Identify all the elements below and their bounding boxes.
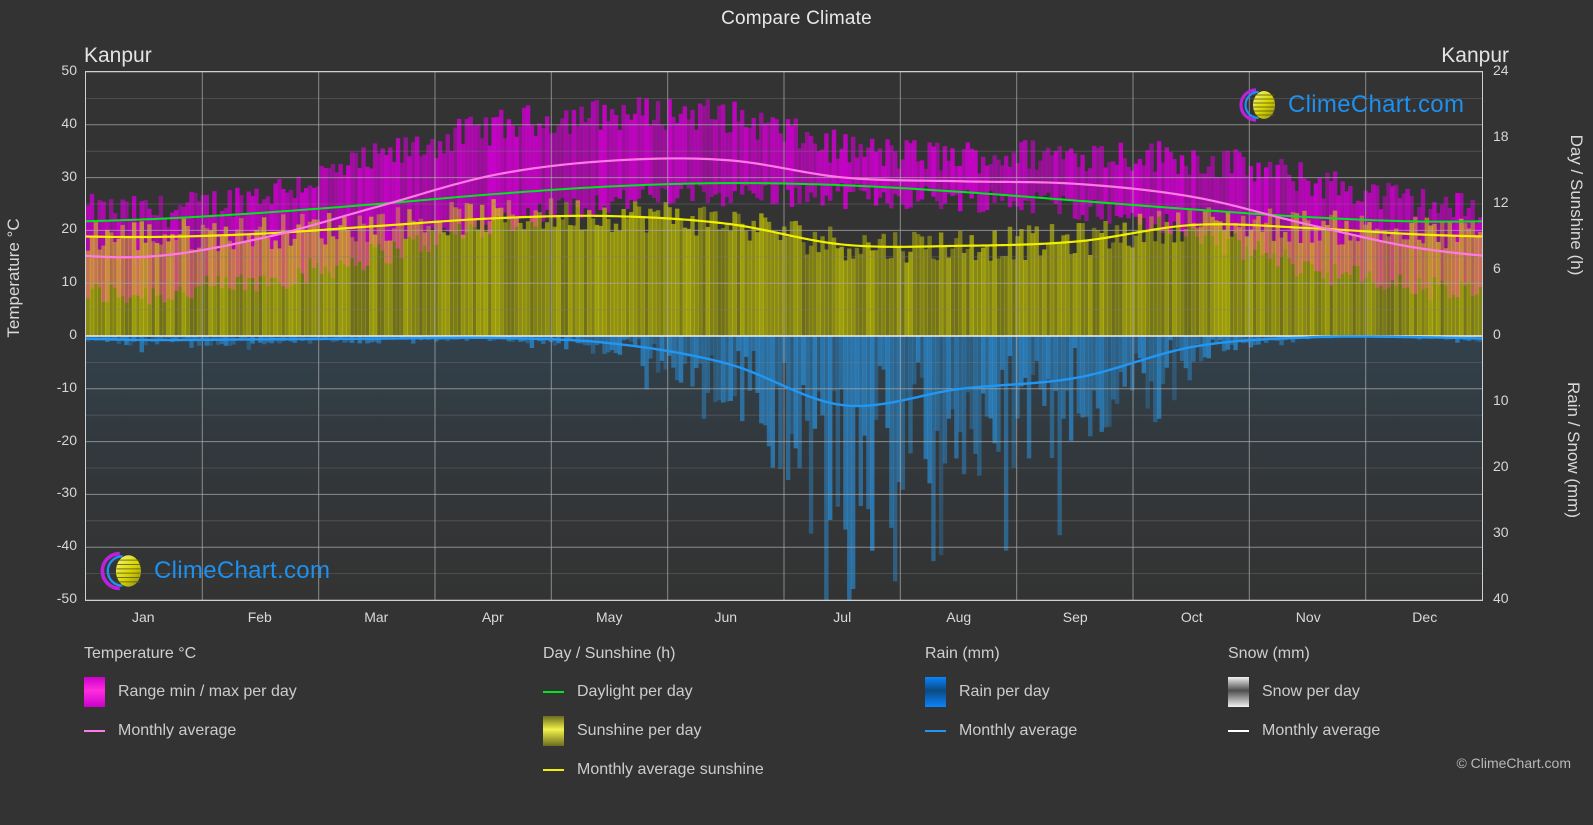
legend-group-snow-mm: Snow (mm) Snow per day Monthly average xyxy=(1228,645,1380,755)
y-tick-right-top: 0 xyxy=(1493,326,1501,342)
legend-item-label: Daylight per day xyxy=(577,683,693,700)
legend-item-label: Monthly average xyxy=(1262,722,1381,739)
x-tick-apr: Apr xyxy=(481,609,504,625)
x-tick-oct: Oct xyxy=(1180,609,1203,625)
legend-item[interactable]: Sunshine per day xyxy=(543,716,764,746)
chart-legend: Temperature °C Range min / max per day Mon… xyxy=(0,645,1593,825)
y-axis-title-right-top: Day / Sunshine (h) xyxy=(1567,134,1586,276)
climate-plot-svg xyxy=(86,72,1482,600)
legend-swatch-gradient xyxy=(84,677,105,707)
legend-item[interactable]: Monthly average xyxy=(925,716,1077,746)
city-label-left: Kanpur xyxy=(84,44,152,67)
y-axis-title-left: Temperature °C xyxy=(4,218,23,338)
watermark-top: ClimeChart.com xyxy=(1236,86,1464,124)
y-tick-right-top: 12 xyxy=(1493,194,1509,210)
legend-item-label: Monthly average xyxy=(118,722,237,739)
legend-group-temperature-c: Temperature °C Range min / max per day Mon… xyxy=(84,645,297,755)
y-tick-right-bottom: 30 xyxy=(1493,524,1509,540)
legend-group-title: Rain (mm) xyxy=(925,645,1000,662)
legend-item[interactable]: Daylight per day xyxy=(543,677,764,707)
legend-swatch-line xyxy=(84,716,105,746)
legend-item-label: Monthly average sunshine xyxy=(577,761,764,778)
legend-group-title: Snow (mm) xyxy=(1228,645,1310,662)
y-tick-left: 20 xyxy=(61,220,77,237)
x-tick-nov: Nov xyxy=(1295,609,1321,625)
legend-item[interactable]: Rain per day xyxy=(925,677,1077,707)
legend-item-label: Monthly average xyxy=(959,722,1078,739)
y-tick-left: 10 xyxy=(61,273,77,290)
x-tick-mar: Mar xyxy=(364,609,389,625)
legend-group-title: Day / Sunshine (h) xyxy=(543,645,676,662)
watermark-bottom-text: ClimeChart.com xyxy=(154,557,331,584)
y-tick-left: -30 xyxy=(56,484,77,501)
legend-line-marker xyxy=(925,730,946,732)
legend-swatch-line xyxy=(1228,716,1249,746)
page-title: Compare Climate xyxy=(721,8,872,29)
legend-group-rain-mm: Rain (mm) Rain per day Monthly average xyxy=(925,645,1077,755)
y-tick-left: 30 xyxy=(61,167,77,184)
y-tick-right-bottom: 20 xyxy=(1493,458,1509,474)
legend-swatch-gradient xyxy=(925,677,946,707)
legend-swatch-gradient xyxy=(1228,677,1249,707)
legend-line-marker xyxy=(84,730,105,732)
legend-item-label: Rain per day xyxy=(959,683,1050,700)
x-tick-jun: Jun xyxy=(714,609,738,625)
legend-group-day-sunshine-h: Day / Sunshine (h) Daylight per day Sunshi… xyxy=(543,645,764,794)
climechart-logo-icon-2 xyxy=(100,551,141,591)
legend-line-marker xyxy=(543,691,564,693)
y-tick-right-bottom: 40 xyxy=(1493,590,1509,606)
y-tick-left: 40 xyxy=(61,114,77,131)
climate-plot-area: ClimeChart.com ClimeChart.com xyxy=(85,71,1483,601)
y-tick-left: -20 xyxy=(56,431,77,448)
legend-line-marker xyxy=(1228,730,1249,732)
y-tick-left: -50 xyxy=(56,590,77,606)
y-tick-left: -10 xyxy=(56,378,77,395)
x-tick-dec: Dec xyxy=(1412,609,1438,625)
legend-line-marker xyxy=(543,769,564,771)
x-tick-feb: Feb xyxy=(247,609,272,625)
legend-item[interactable]: Monthly average xyxy=(1228,716,1380,746)
x-tick-sep: Sep xyxy=(1062,609,1088,625)
y-tick-left: 50 xyxy=(61,62,77,78)
legend-item[interactable]: Range min / max per day xyxy=(84,677,297,707)
x-tick-may: May xyxy=(596,609,623,625)
x-tick-aug: Aug xyxy=(946,609,972,625)
y-tick-right-bottom: 10 xyxy=(1493,392,1509,408)
legend-swatch-line xyxy=(543,677,564,707)
legend-swatch-gradient xyxy=(543,716,564,746)
y-axis-title-right-bottom: Rain / Snow (mm) xyxy=(1564,381,1583,519)
legend-swatch-line xyxy=(543,755,564,785)
watermark-top-text: ClimeChart.com xyxy=(1288,91,1465,118)
legend-item[interactable]: Monthly average sunshine xyxy=(543,755,764,785)
y-tick-right-top: 24 xyxy=(1493,62,1509,78)
copyright-text: © ClimeChart.com xyxy=(1456,755,1571,771)
legend-item-label: Snow per day xyxy=(1262,683,1360,700)
climechart-logo-icon xyxy=(1239,88,1275,122)
y-tick-left: -40 xyxy=(56,537,77,554)
legend-group-title: Temperature °C xyxy=(84,645,197,662)
x-tick-jul: Jul xyxy=(833,609,852,625)
legend-item-label: Range min / max per day xyxy=(118,683,297,700)
legend-item[interactable]: Monthly average xyxy=(84,716,297,746)
x-tick-jan: Jan xyxy=(131,609,155,625)
legend-swatch-line xyxy=(925,716,946,746)
y-tick-left: 0 xyxy=(69,326,77,342)
legend-item-label: Sunshine per day xyxy=(577,722,702,739)
watermark-bottom: ClimeChart.com xyxy=(98,550,330,592)
legend-item[interactable]: Snow per day xyxy=(1228,677,1380,707)
y-tick-right-top: 6 xyxy=(1493,260,1501,276)
y-tick-right-top: 18 xyxy=(1493,128,1509,144)
